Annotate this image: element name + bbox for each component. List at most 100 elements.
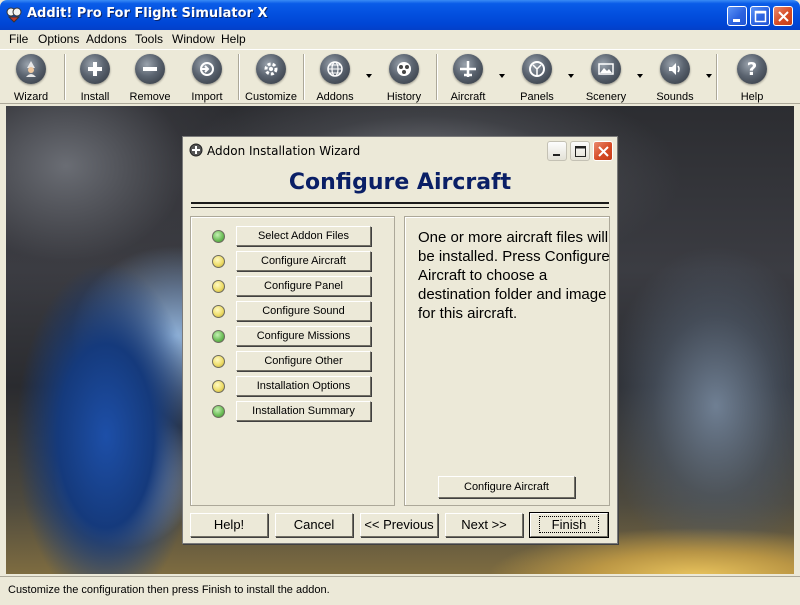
aircraft-dropdown-icon[interactable]: [499, 74, 505, 78]
sounds-dropdown-icon[interactable]: [706, 74, 712, 78]
wizard-step: Configure Panel: [191, 276, 391, 298]
close-button[interactable]: [773, 6, 793, 26]
toolbar-history-button[interactable]: History: [374, 54, 434, 103]
next-button[interactable]: Next >>: [445, 513, 523, 537]
toolbar-separator: [716, 54, 718, 100]
status-bar: Customize the configuration then press F…: [0, 576, 800, 605]
divider: [191, 202, 609, 204]
step-configure-aircraft-button[interactable]: Configure Aircraft: [236, 251, 371, 271]
step-configure-other-button[interactable]: Configure Other: [236, 351, 371, 371]
panels-dropdown-icon[interactable]: [568, 74, 574, 78]
speaker-icon: [660, 54, 690, 84]
wizard-step: Installation Summary: [191, 401, 391, 423]
app-logo-icon: [6, 7, 22, 23]
toolbar-label: Help: [740, 91, 764, 103]
toolbar-import-button[interactable]: Import: [177, 54, 237, 103]
toolbar-sounds-button[interactable]: Sounds: [645, 54, 705, 103]
toolbar-aircraft-button[interactable]: Aircraft: [438, 54, 498, 103]
import-icon: [192, 54, 222, 84]
toolbar-remove-button[interactable]: Remove: [120, 54, 180, 103]
maximize-icon: [754, 10, 767, 23]
step-installation-summary-button[interactable]: Installation Summary: [236, 401, 371, 421]
status-led-icon: [212, 230, 225, 243]
wizard-step: Installation Options: [191, 376, 391, 398]
wizard-step: Select Addon Files: [191, 226, 391, 248]
toolbar-label: Sounds: [656, 91, 694, 103]
toolbar-help-button[interactable]: ? Help: [722, 54, 782, 103]
step-configure-missions-button[interactable]: Configure Missions: [236, 326, 371, 346]
maximize-icon: [575, 146, 586, 157]
menu-window[interactable]: Window: [172, 32, 215, 46]
minimize-button[interactable]: [727, 6, 747, 26]
finish-button-label: Finish: [538, 516, 600, 533]
dialog-minimize-button[interactable]: [547, 141, 567, 161]
toolbar-label: History: [386, 91, 422, 103]
cancel-button[interactable]: Cancel: [275, 513, 353, 537]
menu-help[interactable]: Help: [221, 32, 246, 46]
status-led-icon: [212, 405, 225, 418]
toolbar-customize-button[interactable]: Customize: [241, 54, 301, 103]
toolbar-label: Customize: [245, 91, 297, 103]
status-led-icon: [212, 355, 225, 368]
dialog-close-button[interactable]: [593, 141, 613, 161]
step-select-addon-files-button[interactable]: Select Addon Files: [236, 226, 371, 246]
wizard-icon: [16, 54, 46, 84]
status-led-icon: [212, 280, 225, 293]
wizard-banner: Configure Aircraft: [191, 164, 609, 208]
toolbar: Wizard Install Remove Import Customize A…: [0, 49, 800, 104]
toolbar-addons-button[interactable]: Addons: [305, 54, 365, 103]
minimize-icon: [733, 19, 740, 22]
divider: [191, 207, 609, 208]
addons-dropdown-icon[interactable]: [366, 74, 372, 78]
close-icon: [778, 11, 789, 22]
airplane-icon: [453, 54, 483, 84]
menu-options[interactable]: Options: [38, 32, 79, 46]
menu-tools[interactable]: Tools: [135, 32, 163, 46]
film-icon: [389, 54, 419, 84]
menu-bar: File Options Addons Tools Window Help: [0, 30, 800, 49]
app-title: Addit! Pro For Flight Simulator X: [27, 6, 268, 21]
dialog-maximize-button[interactable]: [570, 141, 590, 161]
question-icon: ?: [737, 54, 767, 84]
globe-icon: [320, 54, 350, 84]
maximize-button[interactable]: [750, 6, 770, 26]
toolbar-label: Addons: [316, 91, 354, 103]
finish-button[interactable]: Finish: [529, 512, 609, 538]
menu-addons[interactable]: Addons: [86, 32, 127, 46]
toolbar-scenery-button[interactable]: Scenery: [576, 54, 636, 103]
toolbar-label: Scenery: [585, 91, 627, 103]
toolbar-label: Aircraft: [450, 91, 486, 103]
toolbar-label: Wizard: [13, 91, 49, 103]
step-installation-options-button[interactable]: Installation Options: [236, 376, 371, 396]
toolbar-panels-button[interactable]: Panels: [507, 54, 567, 103]
status-led-icon: [212, 330, 225, 343]
menu-file[interactable]: File: [9, 32, 28, 46]
previous-button[interactable]: << Previous: [360, 513, 438, 537]
wizard-description-panel: One or more aircraft files will be insta…: [404, 216, 610, 506]
gauge-icon: [522, 54, 552, 84]
toolbar-label: Panels: [520, 91, 554, 103]
minus-icon: [135, 54, 165, 84]
step-configure-panel-button[interactable]: Configure Panel: [236, 276, 371, 296]
wizard-step: Configure Aircraft: [191, 251, 391, 273]
addon-installation-wizard-dialog: Addon Installation Wizard Configure Airc…: [182, 136, 618, 544]
wizard-step: Configure Sound: [191, 301, 391, 323]
dialog-title-bar[interactable]: Addon Installation Wizard: [183, 137, 617, 164]
wizard-step: Configure Other: [191, 351, 391, 373]
toolbar-label: Remove: [129, 91, 171, 103]
wizard-steps-panel: Select Addon Files Configure Aircraft Co…: [190, 216, 395, 506]
toolbar-install-button[interactable]: Install: [65, 54, 125, 103]
toolbar-label: Import: [191, 91, 223, 103]
status-led-icon: [212, 380, 225, 393]
app-title-bar[interactable]: Addit! Pro For Flight Simulator X: [0, 0, 800, 30]
scenery-dropdown-icon[interactable]: [637, 74, 643, 78]
landscape-icon: [591, 54, 621, 84]
help-button[interactable]: Help!: [190, 513, 268, 537]
status-message: Customize the configuration then press F…: [8, 584, 330, 596]
close-icon: [598, 146, 609, 157]
plus-icon: [80, 54, 110, 84]
step-configure-sound-button[interactable]: Configure Sound: [236, 301, 371, 321]
toolbar-wizard-button[interactable]: Wizard: [1, 54, 61, 103]
configure-aircraft-button[interactable]: Configure Aircraft: [438, 476, 575, 498]
status-led-icon: [212, 305, 225, 318]
